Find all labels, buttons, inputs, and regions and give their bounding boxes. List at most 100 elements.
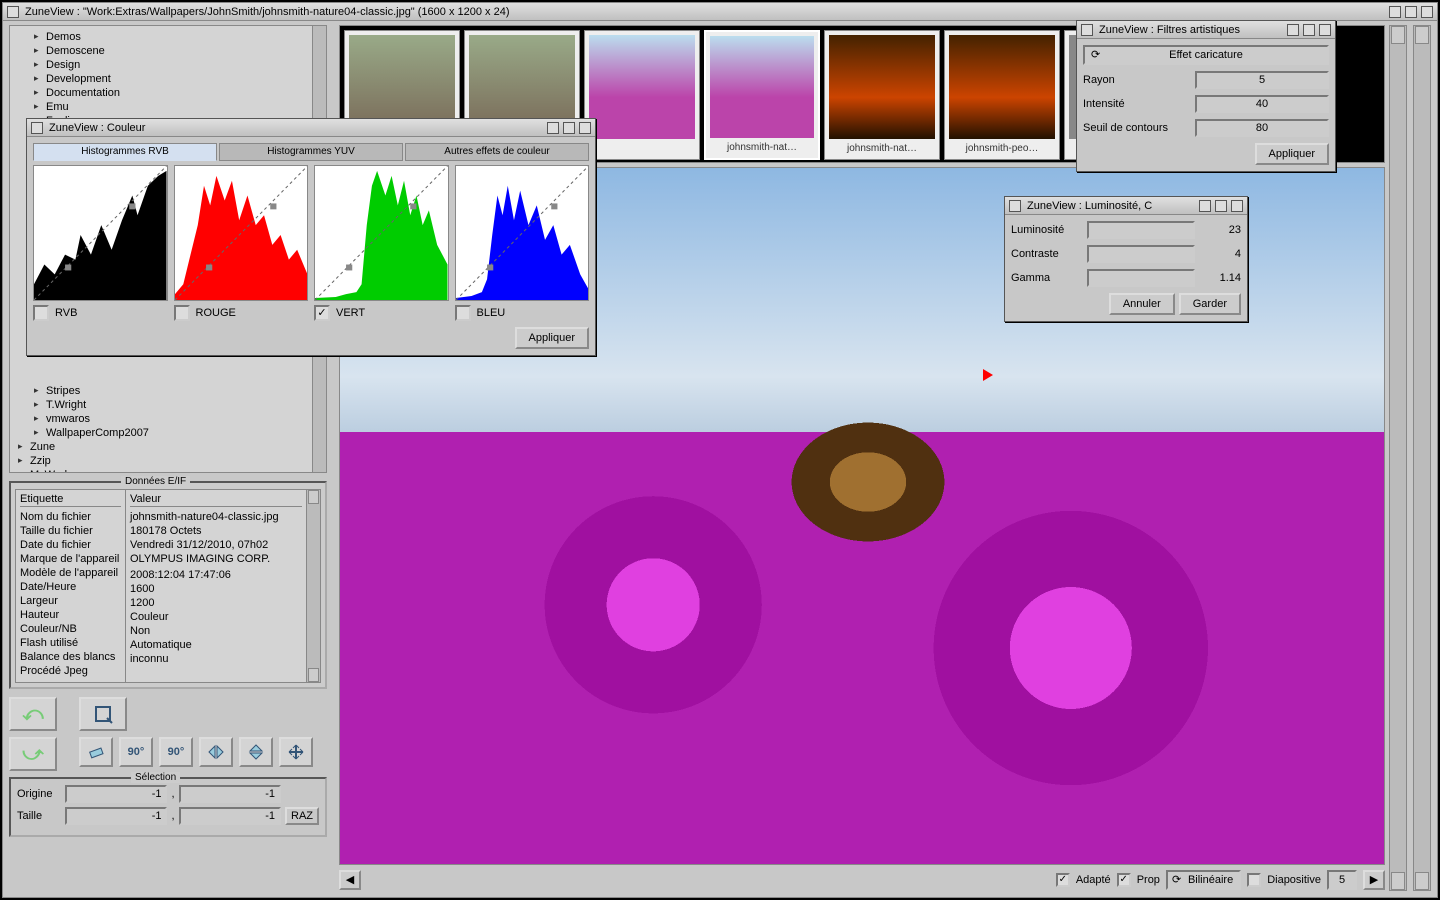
- depth-icon[interactable]: [1231, 200, 1243, 212]
- flip-h-button[interactable]: [199, 737, 233, 767]
- tree-item[interactable]: Demoscene: [12, 44, 324, 58]
- iconify-icon[interactable]: [1287, 24, 1299, 36]
- tree-item[interactable]: Zzip: [12, 454, 324, 468]
- exif-label: Nom du fichier: [20, 510, 121, 524]
- exif-label: Modèle de l'appareil: [20, 566, 121, 580]
- rotate-left-button[interactable]: 90°: [119, 737, 153, 767]
- histogram-checkbox[interactable]: ✓: [314, 305, 330, 321]
- thumbnail[interactable]: johnsmith-nat…: [824, 30, 940, 160]
- exif-value: Non: [130, 624, 302, 638]
- crop-button[interactable]: [79, 697, 127, 731]
- tree-item[interactable]: Design: [12, 58, 324, 72]
- exif-scrollbar[interactable]: [306, 490, 320, 682]
- tree-item[interactable]: Development: [12, 72, 324, 86]
- tree-item[interactable]: MyWorkspace: [12, 468, 324, 473]
- interpolation-combo[interactable]: Bilinéaire: [1166, 870, 1241, 890]
- luminosity-title: ZuneView : Luminosité, C: [1027, 200, 1152, 212]
- flip-v-button[interactable]: [239, 737, 273, 767]
- thumbnail[interactable]: [584, 30, 700, 160]
- slider[interactable]: 80: [1195, 119, 1329, 137]
- slideshow-checkbox[interactable]: [1247, 873, 1261, 887]
- iconify-icon[interactable]: [547, 122, 559, 134]
- thumbnail-caption: johnsmith-nat…: [706, 142, 818, 158]
- fit-checkbox[interactable]: ✓: [1056, 873, 1070, 887]
- tree-item[interactable]: vmwaros: [12, 412, 324, 426]
- histogram: ✓VERT: [314, 165, 449, 321]
- next-image-button[interactable]: ▶: [1363, 870, 1385, 890]
- tree-item[interactable]: T.Wright: [12, 398, 324, 412]
- zoom-icon[interactable]: [563, 122, 575, 134]
- exif-value: Automatique: [130, 638, 302, 652]
- thumbnail[interactable]: johnsmith-peo…: [944, 30, 1060, 160]
- zoom-icon[interactable]: [1215, 200, 1227, 212]
- fit-label: Adapté: [1076, 874, 1111, 886]
- luminosity-cancel-button[interactable]: Annuler: [1109, 293, 1175, 315]
- depth-icon[interactable]: [1421, 6, 1433, 18]
- origin-y-field[interactable]: -1: [179, 785, 281, 803]
- color-apply-button[interactable]: Appliquer: [515, 327, 589, 349]
- thumbnail[interactable]: johnsmith-nat…: [704, 30, 820, 160]
- color-titlebar[interactable]: ZuneView : Couleur: [27, 119, 595, 137]
- slider[interactable]: [1087, 221, 1195, 239]
- artistic-apply-button[interactable]: Appliquer: [1255, 143, 1329, 165]
- main-titlebar[interactable]: ZuneView : "Work:Extras/Wallpapers/JohnS…: [3, 3, 1437, 21]
- tree-item[interactable]: Zune: [12, 440, 324, 454]
- histogram: ROUGE: [174, 165, 309, 321]
- iconify-icon[interactable]: [1389, 6, 1401, 18]
- tab-yuv[interactable]: Histogrammes YUV: [219, 143, 403, 161]
- slider-label: Rayon: [1083, 74, 1189, 86]
- slider-value: 1.14: [1201, 272, 1241, 284]
- zoom-icon[interactable]: [1405, 6, 1417, 18]
- redo-button[interactable]: ⤻: [9, 737, 57, 771]
- effect-combo[interactable]: Effet caricature: [1083, 45, 1329, 65]
- exif-label: Marque de l'appareil: [20, 552, 121, 566]
- close-icon[interactable]: [1081, 24, 1093, 36]
- size-h-field[interactable]: -1: [179, 807, 281, 825]
- prop-checkbox[interactable]: ✓: [1117, 873, 1131, 887]
- origin-x-field[interactable]: -1: [65, 785, 167, 803]
- selection-panel: Sélection Origine -1 , -1 Taille -1 , -1…: [9, 777, 327, 837]
- close-icon[interactable]: [31, 122, 43, 134]
- iconify-icon[interactable]: [1199, 200, 1211, 212]
- histogram-checkbox[interactable]: [33, 305, 49, 321]
- tree-item[interactable]: Emu: [12, 100, 324, 114]
- depth-icon[interactable]: [579, 122, 591, 134]
- tab-other[interactable]: Autres effets de couleur: [405, 143, 589, 161]
- slider[interactable]: 5: [1195, 71, 1329, 89]
- slider[interactable]: [1087, 269, 1195, 287]
- depth-icon[interactable]: [1319, 24, 1331, 36]
- tree-item[interactable]: Documentation: [12, 86, 324, 100]
- reset-selection-button[interactable]: RAZ: [285, 807, 319, 825]
- tree-item[interactable]: WallpaperComp2007: [12, 426, 324, 440]
- undo-button[interactable]: ⤺: [9, 697, 57, 731]
- artistic-title: ZuneView : Filtres artistiques: [1099, 24, 1240, 36]
- slideshow-delay-field[interactable]: 5: [1327, 870, 1357, 890]
- exif-label: Balance des blancs: [20, 650, 121, 664]
- eraser-button[interactable]: [79, 737, 113, 767]
- exif-value: Vendredi 31/12/2010, 07h02: [130, 538, 302, 552]
- slider[interactable]: 40: [1195, 95, 1329, 113]
- selection-label: Sélection: [131, 772, 180, 783]
- right-scrollbar-1[interactable]: [1389, 25, 1407, 891]
- histogram-checkbox[interactable]: [455, 305, 471, 321]
- exif-label: Couleur/NB: [20, 622, 121, 636]
- resize-button[interactable]: [279, 737, 313, 767]
- luminosity-keep-button[interactable]: Garder: [1179, 293, 1241, 315]
- luminosity-titlebar[interactable]: ZuneView : Luminosité, C: [1005, 197, 1247, 215]
- exif-label: Taille du fichier: [20, 524, 121, 538]
- tree-item[interactable]: Demos: [12, 30, 324, 44]
- tree-item[interactable]: Stripes: [12, 384, 324, 398]
- close-icon[interactable]: [7, 6, 19, 18]
- right-scrollbar-2[interactable]: [1413, 25, 1431, 891]
- exif-label: Flash utilisé: [20, 636, 121, 650]
- slider[interactable]: [1087, 245, 1195, 263]
- rotate-right-button[interactable]: 90°: [159, 737, 193, 767]
- zoom-icon[interactable]: [1303, 24, 1315, 36]
- slider-label: Gamma: [1011, 272, 1081, 284]
- prev-image-button[interactable]: ◀: [339, 870, 361, 890]
- size-w-field[interactable]: -1: [65, 807, 167, 825]
- close-icon[interactable]: [1009, 200, 1021, 212]
- tab-rvb[interactable]: Histogrammes RVB: [33, 143, 217, 161]
- histogram-checkbox[interactable]: [174, 305, 190, 321]
- artistic-titlebar[interactable]: ZuneView : Filtres artistiques: [1077, 21, 1335, 39]
